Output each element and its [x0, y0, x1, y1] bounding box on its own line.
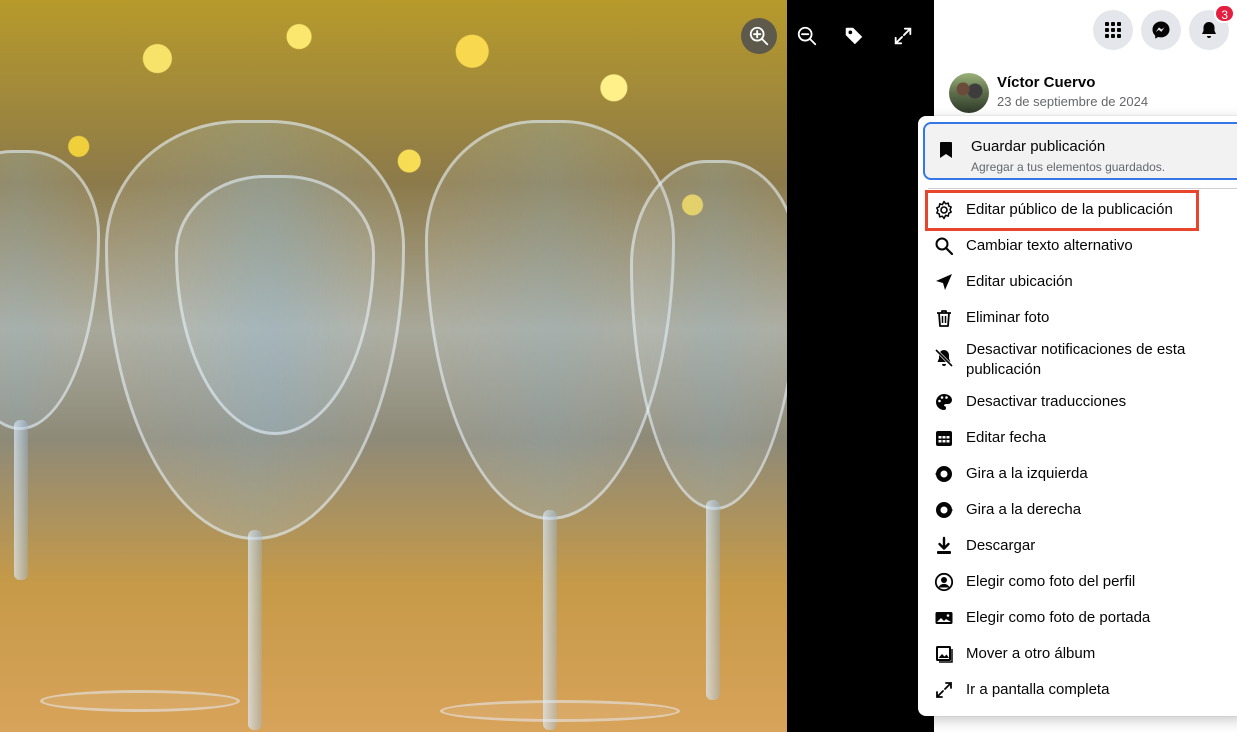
- menu-item-disable-notifications[interactable]: Desactivar notificaciones de esta public…: [918, 338, 1237, 382]
- menu-item-label: Desactivar traducciones: [966, 393, 1127, 410]
- fullscreen-button[interactable]: [885, 18, 921, 54]
- messenger-button[interactable]: [1141, 10, 1181, 50]
- glass-stem: [248, 530, 262, 730]
- glass-stem: [706, 500, 720, 700]
- photo-viewer: [0, 0, 934, 732]
- messenger-icon: [1152, 21, 1170, 39]
- menu-item-edit-location[interactable]: Editar ubicación: [918, 270, 1237, 294]
- rotate-left-icon: [932, 462, 956, 486]
- save-post-label: Guardar publicación: [971, 138, 1106, 155]
- rotate-right-icon: [932, 498, 956, 522]
- bookmark-icon: [934, 138, 958, 162]
- menu-item-label: Elegir como foto de portada: [966, 609, 1151, 626]
- save-post-item[interactable]: Guardar publicación Agregar a tus elemen…: [923, 122, 1237, 180]
- profile-photo-icon: [932, 570, 956, 594]
- menu-item-label: Ir a pantalla completa: [966, 681, 1110, 698]
- zoom-in-icon: [749, 26, 769, 46]
- zoom-out-icon: [797, 26, 817, 46]
- menu-item-label: Editar ubicación: [966, 273, 1073, 290]
- glass-stem: [14, 420, 28, 580]
- glass-foot: [440, 700, 680, 722]
- glass-shape: [630, 160, 787, 510]
- menu-item-download[interactable]: Descargar: [918, 534, 1237, 558]
- photo[interactable]: [0, 0, 787, 732]
- author-name[interactable]: Víctor Cuervo: [997, 73, 1148, 93]
- bell-off-icon: [932, 346, 956, 370]
- zoom-in-button[interactable]: [741, 18, 777, 54]
- menu-item-label: Eliminar foto: [966, 309, 1050, 326]
- post-date[interactable]: 23 de septiembre de 2024: [997, 93, 1148, 111]
- menu-item-fullscreen[interactable]: Ir a pantalla completa: [918, 678, 1237, 702]
- menu-item-label: Editar fecha: [966, 429, 1047, 446]
- menu-item-label: Mover a otro álbum: [966, 645, 1096, 662]
- menu-item-rotate-right[interactable]: Gira a la derecha: [918, 498, 1237, 522]
- menu-item-label: Desactivar notificaciones de esta: [966, 341, 1186, 358]
- calendar-icon: [932, 426, 956, 450]
- translate-icon: [932, 390, 956, 414]
- save-post-sublabel: Agregar a tus elementos guardados.: [971, 160, 1166, 174]
- menu-item-disable-translations[interactable]: Desactivar traducciones: [918, 390, 1237, 414]
- menu-item-delete-photo[interactable]: Eliminar foto: [918, 306, 1237, 330]
- zoom-out-button[interactable]: [789, 18, 825, 54]
- cover-photo-icon: [932, 606, 956, 630]
- location-arrow-icon: [932, 270, 956, 294]
- expand-icon: [932, 678, 956, 702]
- menu-item-label-line2: publicación: [966, 361, 1042, 378]
- post-author: Víctor Cuervo 23 de septiembre de 2024: [949, 73, 1148, 113]
- menu-item-label: Cambiar texto alternativo: [966, 237, 1133, 254]
- bell-icon: [1202, 22, 1216, 38]
- menu-item-move-album[interactable]: Mover a otro álbum: [918, 642, 1237, 666]
- menu-item-label: Gira a la izquierda: [966, 465, 1088, 482]
- search-icon: [932, 234, 956, 258]
- menu-item-rotate-left[interactable]: Gira a la izquierda: [918, 462, 1237, 486]
- tag-button[interactable]: [836, 18, 872, 54]
- glass-foot: [40, 690, 240, 712]
- menu-item-profile-photo[interactable]: Elegir como foto del perfil: [918, 570, 1237, 594]
- fullscreen-icon: [894, 27, 912, 45]
- menu-item-label: Gira a la derecha: [966, 501, 1082, 518]
- trash-icon: [932, 306, 956, 330]
- menu-item-label: Elegir como foto del perfil: [966, 573, 1136, 590]
- download-icon: [932, 534, 956, 558]
- menu-item-alt-text[interactable]: Cambiar texto alternativo: [918, 234, 1237, 258]
- avatar[interactable]: [949, 73, 989, 113]
- notifications-button[interactable]: 3: [1189, 4, 1235, 50]
- glass-stem: [543, 510, 557, 730]
- highlight-box: [925, 190, 1199, 231]
- menu-button[interactable]: [1093, 10, 1133, 50]
- menu-item-cover-photo[interactable]: Elegir como foto de portada: [918, 606, 1237, 630]
- menu-divider: [928, 188, 1237, 189]
- notifications-badge: 3: [1214, 4, 1235, 23]
- menu-item-edit-date[interactable]: Editar fecha: [918, 426, 1237, 450]
- menu-item-label: Descargar: [966, 537, 1036, 554]
- grid-menu-icon: [1105, 22, 1121, 38]
- tag-icon: [845, 27, 863, 45]
- glass-shape: [0, 150, 100, 430]
- album-icon: [932, 642, 956, 666]
